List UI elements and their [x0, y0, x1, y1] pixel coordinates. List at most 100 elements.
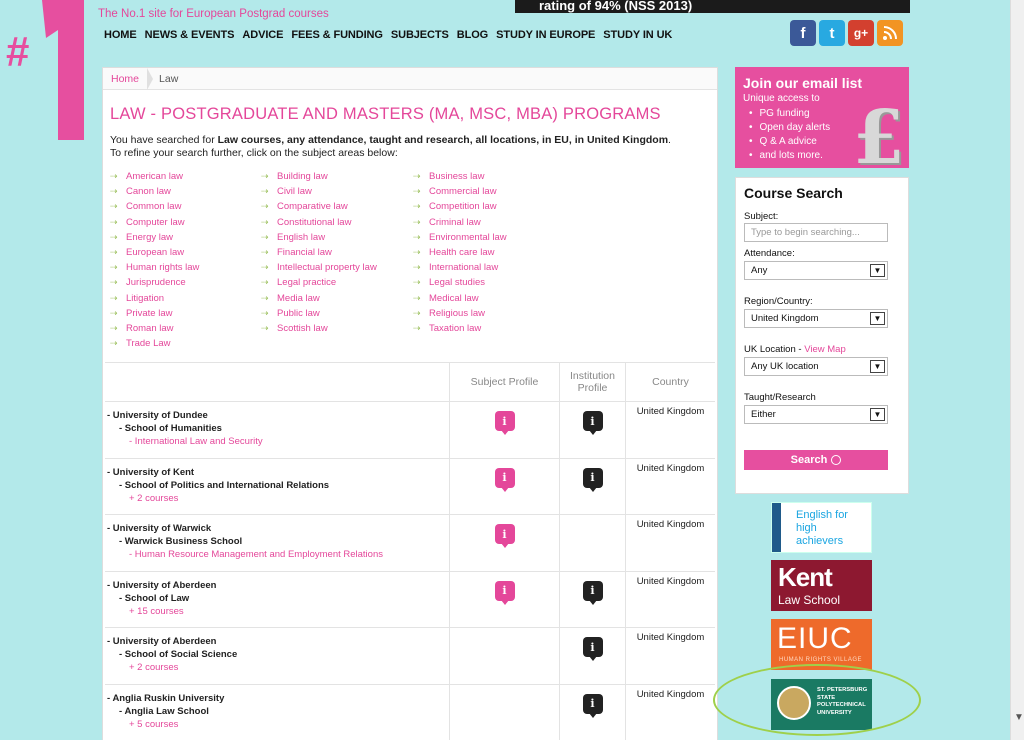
course-link[interactable]: - Human Resource Management and Employme… — [129, 549, 383, 560]
facebook-icon[interactable]: f — [790, 20, 816, 46]
nav-study-in-uk[interactable]: STUDY IN UK — [603, 29, 672, 41]
subject-link[interactable]: ⇢ Commercial law — [413, 184, 507, 199]
school-name[interactable]: - School of Humanities — [119, 423, 222, 434]
rating-banner[interactable]: rating of 94% (NSS 2013) — [515, 0, 910, 13]
email-signup-box[interactable]: £ Join our email list Unique access to P… — [735, 67, 909, 168]
subject-profile-info-icon[interactable]: i — [494, 467, 515, 492]
subject-link[interactable]: ⇢ Public law — [261, 306, 377, 321]
region-select[interactable]: United Kingdom ▼ — [744, 309, 888, 328]
course-link[interactable]: + 2 courses — [129, 493, 178, 504]
university-name[interactable]: - University of Kent — [107, 467, 194, 478]
subject-link[interactable]: ⇢ Constitutional law — [261, 215, 377, 230]
subject-profile-info-icon[interactable]: i — [494, 524, 515, 548]
subject-link[interactable]: ⇢ European law — [110, 245, 199, 260]
breadcrumb-home[interactable]: Home — [103, 73, 147, 85]
subject-link[interactable]: ⇢ Common law — [110, 199, 199, 214]
subject-link[interactable]: ⇢ Religious law — [413, 306, 507, 321]
institution-profile-info-icon[interactable]: i — [582, 467, 603, 492]
subject-profile-info-icon[interactable]: i — [494, 411, 515, 435]
nav-blog[interactable]: BLOG — [457, 29, 488, 41]
uk-location-select[interactable]: Any UK location ▼ — [744, 357, 888, 376]
course-link[interactable]: - International Law and Security — [129, 436, 263, 447]
subject-input[interactable]: Type to begin searching... — [744, 223, 888, 242]
rss-icon[interactable] — [877, 20, 903, 46]
institution-profile-info-icon[interactable]: i — [582, 580, 603, 605]
school-name[interactable]: - Anglia Law School — [119, 706, 209, 717]
subject-link[interactable]: ⇢ Business law — [413, 169, 507, 184]
school-name[interactable]: - School of Social Science — [119, 649, 237, 660]
ad-english-high-achievers[interactable]: English for high achievers — [771, 502, 872, 553]
view-map-link[interactable]: View Map — [804, 344, 846, 355]
arrow-icon: ⇢ — [261, 292, 269, 303]
page-scrollbar[interactable]: ▼ — [1010, 0, 1024, 740]
school-name[interactable]: - Warwick Business School — [119, 536, 242, 547]
subject-link[interactable]: ⇢ English law — [261, 230, 377, 245]
university-name[interactable]: - University of Aberdeen — [107, 580, 216, 591]
subject-link[interactable]: ⇢ Canon law — [110, 184, 199, 199]
subject-link[interactable]: ⇢ Litigation — [110, 291, 199, 306]
school-name[interactable]: - School of Politics and International R… — [119, 480, 329, 491]
scroll-down-icon[interactable]: ▼ — [1014, 712, 1024, 723]
subject-link[interactable]: ⇢ Competition law — [413, 199, 507, 214]
attendance-select[interactable]: Any ▼ — [744, 261, 888, 280]
subject-label: Civil law — [277, 186, 312, 198]
subject-link[interactable]: ⇢ American law — [110, 169, 199, 184]
subject-link[interactable]: ⇢ Civil law — [261, 184, 377, 199]
page-title: LAW - POSTGRADUATE AND MASTERS (MA, MSC,… — [110, 105, 661, 123]
university-name[interactable]: - University of Dundee — [107, 410, 208, 421]
university-name[interactable]: - University of Aberdeen — [107, 636, 216, 647]
nav-fees-funding[interactable]: FEES & FUNDING — [291, 29, 383, 41]
nav-news-events[interactable]: NEWS & EVENTS — [145, 29, 235, 41]
uk-location-value: Any UK location — [751, 361, 819, 372]
subject-link[interactable]: ⇢ Trade Law — [110, 336, 199, 351]
arrow-icon: ⇢ — [261, 216, 269, 227]
subject-link[interactable]: ⇢ Intellectual property law — [261, 260, 377, 275]
ad-kent-law-school[interactable]: Kent Law School — [771, 560, 872, 611]
google-plus-icon[interactable]: g+ — [848, 20, 874, 46]
course-link[interactable]: + 2 courses — [129, 662, 178, 673]
subject-link[interactable]: ⇢ Comparative law — [261, 199, 377, 214]
nav-subjects[interactable]: SUBJECTS — [391, 29, 449, 41]
subject-link[interactable]: ⇢ Health care law — [413, 245, 507, 260]
institution-profile-info-icon[interactable]: i — [582, 637, 603, 661]
subject-link[interactable]: ⇢ Taxation law — [413, 321, 507, 336]
subject-link[interactable]: ⇢ Energy law — [110, 230, 199, 245]
university-name[interactable]: - University of Warwick — [107, 523, 211, 534]
course-link[interactable]: + 5 courses — [129, 719, 178, 730]
course-link[interactable]: + 15 courses — [129, 606, 184, 617]
subject-link[interactable]: ⇢ Computer law — [110, 215, 199, 230]
course-search-panel: Course Search Subject: Type to begin sea… — [735, 177, 909, 494]
subject-label: English law — [277, 231, 326, 243]
ad-eiuc[interactable]: EIUC HUMAN RIGHTS VILLAGE — [771, 619, 872, 670]
header-course — [105, 363, 449, 401]
subject-label: Trade Law — [126, 338, 171, 350]
subject-link[interactable]: ⇢ Roman law — [110, 321, 199, 336]
twitter-icon[interactable]: t — [819, 20, 845, 46]
subject-link[interactable]: ⇢ Environmental law — [413, 230, 507, 245]
subject-label: Religious law — [429, 307, 485, 319]
search-button[interactable]: Search — [744, 450, 888, 470]
subject-profile-info-icon[interactable]: i — [494, 580, 515, 605]
taught-select[interactable]: Either ▼ — [744, 405, 888, 424]
subject-link[interactable]: ⇢ Jurisprudence — [110, 275, 199, 290]
subject-link[interactable]: ⇢ Legal studies — [413, 275, 507, 290]
subject-link[interactable]: ⇢ International law — [413, 260, 507, 275]
nav-home[interactable]: HOME — [104, 29, 137, 41]
subject-link[interactable]: ⇢ Medical law — [413, 291, 507, 306]
nav-study-in-europe[interactable]: STUDY IN EUROPE — [496, 29, 595, 41]
subject-link[interactable]: ⇢ Human rights law — [110, 260, 199, 275]
subject-link[interactable]: ⇢ Financial law — [261, 245, 377, 260]
university-name[interactable]: - Anglia Ruskin University — [107, 693, 224, 704]
course-cell: - University of Warwick - Warwick Busines… — [105, 515, 449, 571]
subject-link[interactable]: ⇢ Scottish law — [261, 321, 377, 336]
subject-label: Public law — [277, 307, 320, 319]
institution-profile-info-icon[interactable]: i — [582, 411, 603, 435]
subject-link[interactable]: ⇢ Private law — [110, 306, 199, 321]
subject-link[interactable]: ⇢ Media law — [261, 291, 377, 306]
subject-link[interactable]: ⇢ Legal practice — [261, 275, 377, 290]
institution-profile-info-icon[interactable]: i — [582, 693, 603, 718]
subject-link[interactable]: ⇢ Criminal law — [413, 215, 507, 230]
school-name[interactable]: - School of Law — [119, 593, 189, 604]
nav-advice[interactable]: ADVICE — [242, 29, 283, 41]
subject-link[interactable]: ⇢ Building law — [261, 169, 377, 184]
